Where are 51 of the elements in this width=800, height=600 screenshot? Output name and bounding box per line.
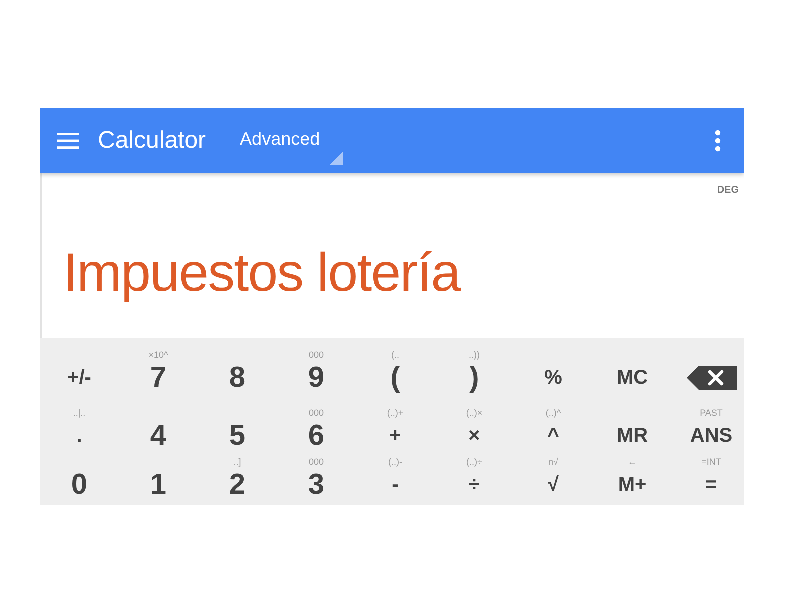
key-button[interactable]: 4 (148, 420, 169, 452)
key-button[interactable]: 6 (306, 420, 327, 452)
key-button[interactable]: ÷ (467, 469, 482, 501)
more-options-icon[interactable] (715, 130, 721, 152)
angle-unit-label: DEG (717, 184, 739, 198)
key-button[interactable]: 2 (227, 469, 248, 501)
key-hint: 000 (308, 456, 324, 469)
backspace-icon (686, 366, 736, 390)
key-hint: ..] (234, 456, 242, 469)
app-title: Calculator (98, 126, 206, 154)
key-button[interactable]: 3 (306, 469, 327, 501)
key-button[interactable]: . (74, 420, 84, 452)
key-button[interactable]: ) (468, 362, 482, 394)
key-hint: PAST (700, 407, 723, 420)
key-hint: 000 (308, 349, 324, 362)
key-button[interactable]: MR (614, 420, 650, 452)
dropdown-triangle-icon (330, 152, 344, 164)
key-button[interactable]: 1 (148, 469, 169, 501)
key-button[interactable]: 0 (69, 469, 90, 501)
key-button[interactable]: ^ (546, 420, 562, 452)
key-hint: (.. (392, 349, 400, 362)
key-hint: ..)) (469, 349, 480, 362)
menu-icon[interactable] (57, 132, 79, 148)
key-button[interactable]: + (388, 420, 404, 452)
key-button[interactable]: +/- (66, 362, 94, 394)
key-hint: ..|.. (73, 407, 86, 420)
key-hint: 000 (308, 407, 324, 420)
key-hint: (..)÷ (466, 456, 482, 469)
key-button[interactable]: - (390, 469, 401, 501)
key-hint: ×10^ (148, 349, 168, 362)
key-button[interactable]: % (542, 362, 564, 394)
key-button[interactable]: 8 (227, 362, 248, 394)
expression-text: Impuestos lotería (63, 242, 460, 305)
key-hint: (..)× (466, 407, 483, 420)
key-button[interactable]: MC (614, 362, 650, 394)
key-hint: (..)+ (387, 407, 404, 420)
key-button[interactable]: √ (546, 469, 561, 501)
key-hint: ← (628, 456, 637, 469)
key-button[interactable]: 9 (306, 362, 327, 394)
key-button[interactable]: 7 (148, 362, 169, 394)
key-hint: =INT (702, 456, 722, 469)
key-button[interactable]: ( (388, 362, 402, 394)
key-button[interactable]: M+ (616, 469, 649, 501)
key-hint: (..)^ (546, 407, 562, 420)
key-button[interactable]: ANS (688, 420, 735, 452)
key-button[interactable]: = (704, 469, 720, 501)
key-button[interactable]: 5 (227, 420, 248, 452)
key-hint: n√ (548, 456, 558, 469)
key-button[interactable]: × (466, 420, 482, 452)
key-hint: (..)- (388, 456, 402, 469)
mode-dropdown[interactable]: Advanced (240, 124, 344, 164)
